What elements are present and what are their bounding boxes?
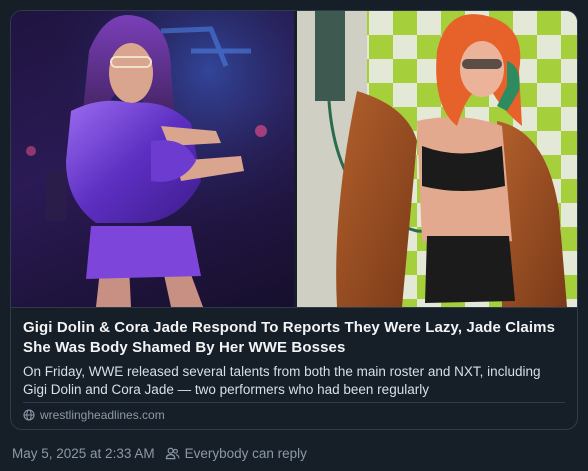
link-card-image-right[interactable] [297, 11, 577, 307]
link-card-text[interactable]: Gigi Dolin & Cora Jade Respond To Report… [11, 307, 577, 429]
post-embed: Gigi Dolin & Cora Jade Respond To Report… [0, 0, 588, 471]
reply-setting-label: Everybody can reply [184, 446, 307, 461]
link-card-headline[interactable]: Gigi Dolin & Cora Jade Respond To Report… [23, 318, 565, 358]
people-icon [165, 447, 180, 460]
link-card-source-domain: wrestlingheadlines.com [40, 408, 165, 422]
post-meta: May 5, 2025 at 2:33 AM Everybody can rep… [12, 446, 307, 461]
post-timestamp[interactable]: May 5, 2025 at 2:33 AM [12, 446, 155, 461]
globe-icon [23, 409, 35, 421]
link-card-image-grid[interactable] [11, 11, 577, 307]
photo-purple-outfit [11, 11, 294, 307]
link-card-image-left[interactable] [11, 11, 294, 307]
photo-orange-hair [297, 11, 577, 307]
link-card-divider [23, 402, 565, 403]
link-card-description: On Friday, WWE released several talents … [23, 364, 541, 397]
reply-setting: Everybody can reply [165, 446, 307, 461]
link-card[interactable]: Gigi Dolin & Cora Jade Respond To Report… [10, 10, 578, 430]
link-card-source[interactable]: wrestlingheadlines.com [23, 408, 165, 422]
